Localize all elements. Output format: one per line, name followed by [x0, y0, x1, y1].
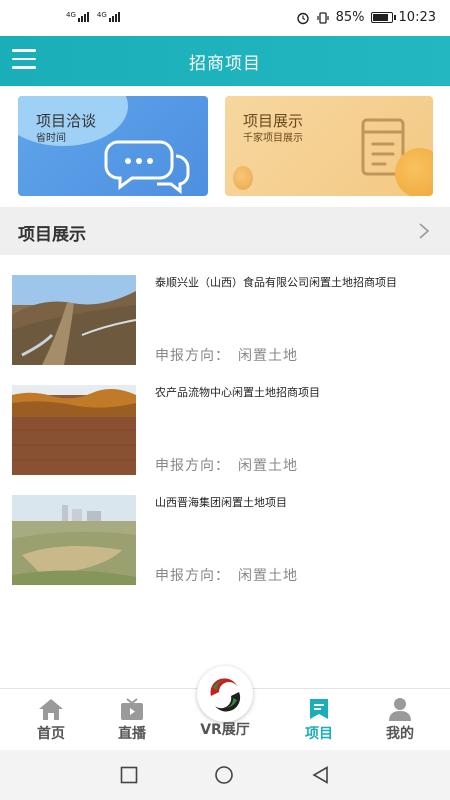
meta-label: 申报方向： [155, 458, 230, 474]
clock: 10:23 [398, 10, 436, 25]
signal-indicators: 4G 4G [66, 12, 120, 22]
network-type: 4G [96, 11, 107, 19]
battery-icon [370, 12, 396, 23]
project-meta: 申报方向： 闲置土地 [155, 455, 298, 475]
chat-bubble-icon [104, 140, 190, 194]
project-negotiation-card[interactable]: 项目洽谈 省时间 [18, 96, 208, 196]
decorative-ball [395, 148, 433, 196]
section-title: 项目展示 [18, 225, 86, 245]
status-bar: 4G 4G 85% 10:23 [0, 0, 450, 36]
chevron-right-icon[interactable] [418, 222, 430, 240]
card-title: 项目展示 [243, 112, 304, 130]
back-icon[interactable] [312, 766, 330, 784]
app-header: 招商项目 [0, 36, 450, 86]
list-item[interactable]: 山西晋海集团闲置土地项目 申报方向： 闲置土地 [0, 485, 450, 595]
project-thumbnail [12, 385, 136, 475]
tab-projects[interactable]: 项目 [289, 697, 349, 743]
card-title: 项目洽谈 [36, 112, 97, 130]
project-list: 泰顺兴业（山西）食品有限公司闲置土地招商项目 申报方向： 闲置土地 农产品流物中心… [0, 265, 450, 595]
meta-label: 申报方向： [155, 568, 230, 584]
card-subtitle: 省时间 [36, 133, 66, 144]
meta-label: 申报方向： [155, 348, 230, 364]
list-item[interactable]: 泰顺兴业（山西）食品有限公司闲置土地招商项目 申报方向： 闲置土地 [0, 265, 450, 375]
home-icon [39, 699, 63, 720]
tab-label: 我的 [386, 726, 414, 742]
project-thumbnail [12, 495, 136, 585]
project-title: 泰顺兴业（山西）食品有限公司闲置土地招商项目 [155, 276, 397, 289]
signal-icon: 4G [66, 12, 89, 22]
tab-label: 首页 [37, 726, 65, 742]
home-nav-icon[interactable] [214, 766, 234, 786]
project-meta: 申报方向： 闲置土地 [155, 345, 298, 365]
vr-logo[interactable] [197, 666, 253, 722]
user-icon [389, 698, 411, 721]
recents-icon[interactable] [120, 766, 138, 784]
meta-value: 闲置土地 [238, 568, 298, 584]
tab-mine[interactable]: 我的 [370, 697, 430, 743]
vr-logo-icon [210, 678, 241, 712]
meta-value: 闲置土地 [238, 458, 298, 474]
page-title: 招商项目 [189, 54, 261, 74]
section-header[interactable]: 项目展示 [0, 207, 450, 255]
alarm-icon [296, 12, 309, 24]
project-title: 农产品流物中心闲置土地招商项目 [155, 386, 320, 399]
project-title: 山西晋海集团闲置土地项目 [155, 496, 287, 509]
system-nav-bar [0, 750, 450, 800]
project-thumbnail [12, 275, 136, 365]
tab-label: 直播 [118, 726, 146, 742]
vibrate-icon [317, 11, 329, 24]
card-subtitle: 千家项目展示 [243, 133, 303, 144]
network-type: 4G [66, 11, 76, 19]
project-showcase-card[interactable]: 项目展示 千家项目展示 [225, 96, 433, 196]
project-icon [310, 699, 328, 719]
meta-value: 闲置土地 [238, 348, 298, 364]
decorative-ball [233, 166, 253, 190]
tab-live[interactable]: 直播 [102, 697, 162, 743]
tv-icon [121, 698, 143, 720]
project-meta: 申报方向： 闲置土地 [155, 565, 298, 585]
list-item[interactable]: 农产品流物中心闲置土地招商项目 申报方向： 闲置土地 [0, 375, 450, 485]
tab-label: 项目 [305, 726, 333, 742]
battery-percent: 85% [335, 10, 365, 25]
signal-icon: 4G [97, 12, 120, 22]
tab-home[interactable]: 首页 [21, 697, 81, 743]
